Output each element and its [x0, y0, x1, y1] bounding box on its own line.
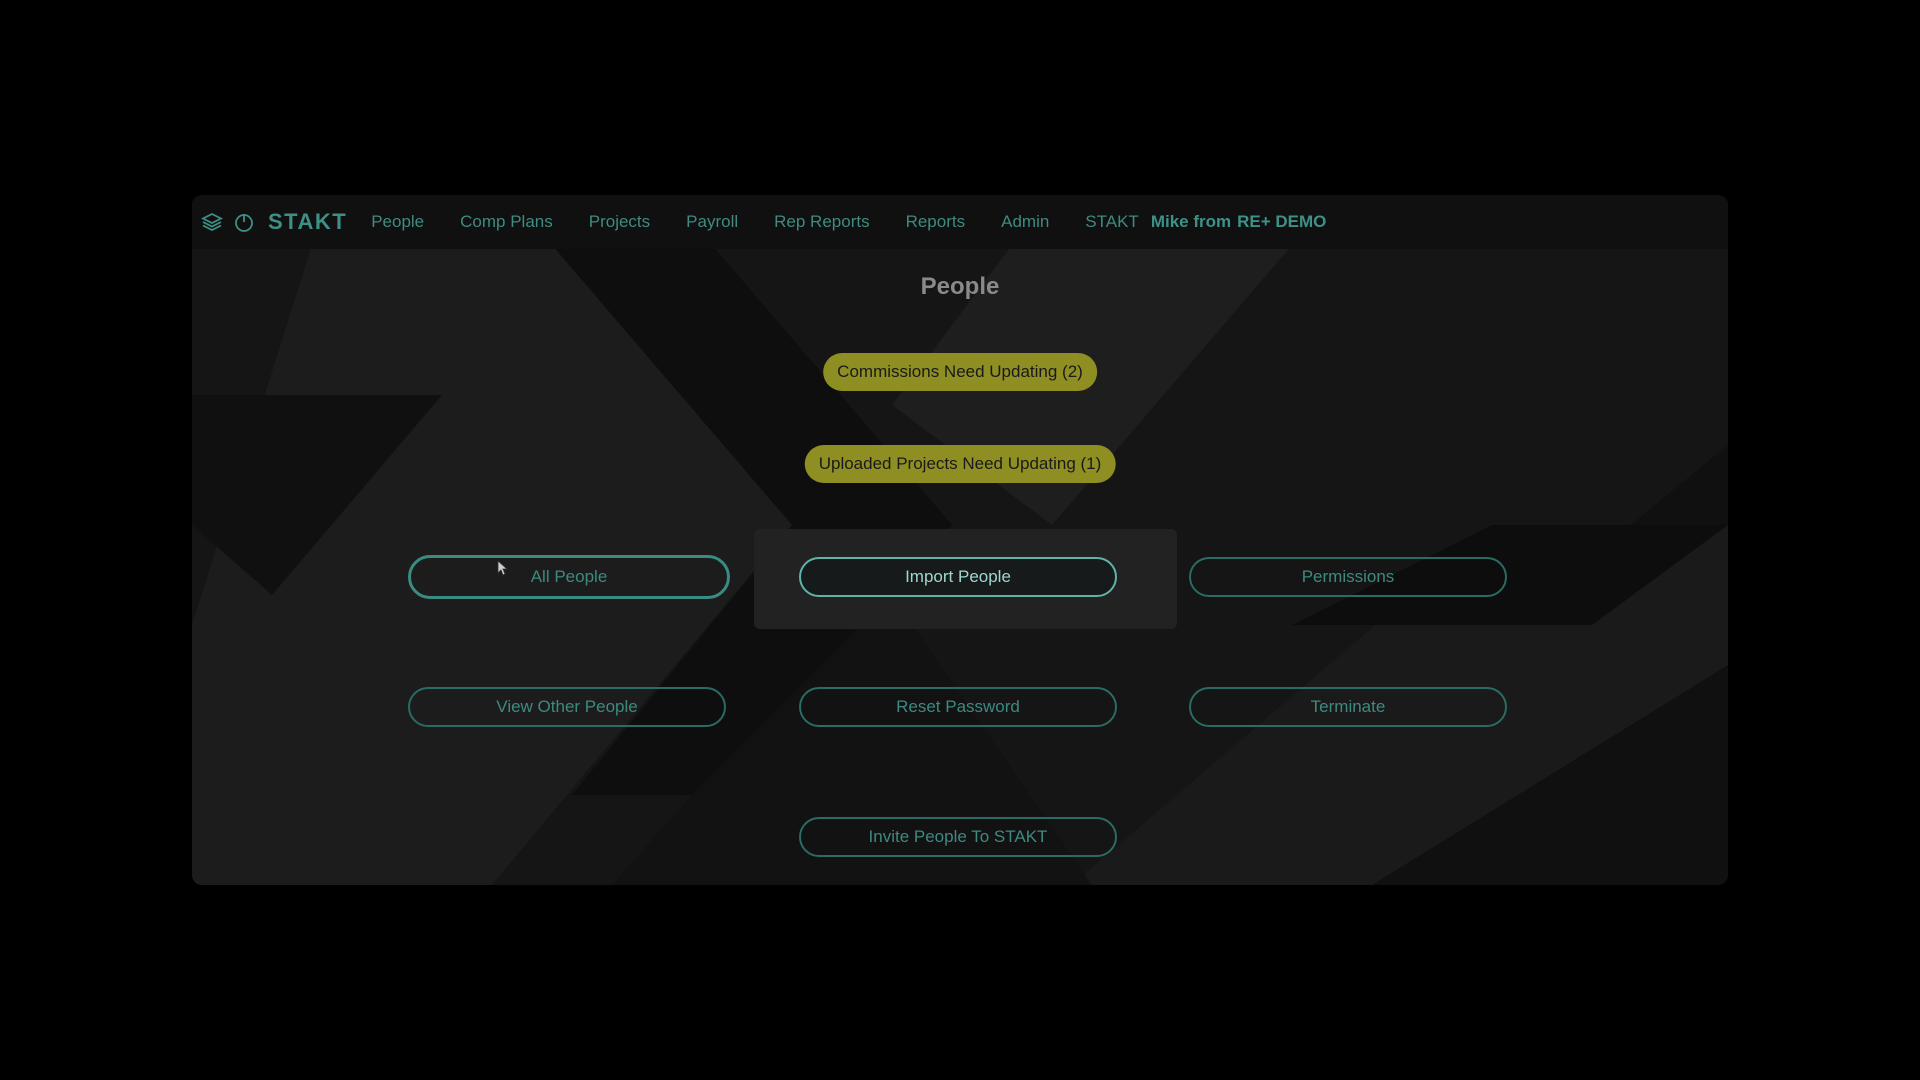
nav-admin[interactable]: Admin [1001, 212, 1049, 232]
user-org: RE+ DEMO [1237, 212, 1327, 231]
app-window: STAKT People Comp Plans Projects Payroll… [192, 195, 1728, 885]
main-nav: People Comp Plans Projects Payroll Rep R… [371, 212, 1151, 232]
nav-stakt[interactable]: STAKT [1085, 212, 1139, 232]
uploaded-projects-alert-button[interactable]: Uploaded Projects Need Updating (1) [804, 445, 1116, 483]
view-other-people-button[interactable]: View Other People [408, 687, 726, 727]
user-label[interactable]: Mike from RE+ DEMO [1151, 212, 1333, 232]
invite-people-button[interactable]: Invite People To STAKT [799, 817, 1117, 857]
main-content: People Commissions Need Updating (2) Upl… [192, 249, 1728, 885]
page-title: People [920, 273, 1000, 300]
power-icon[interactable] [232, 210, 256, 234]
reset-password-button[interactable]: Reset Password [799, 687, 1117, 727]
nav-payroll[interactable]: Payroll [686, 212, 738, 232]
user-name: Mike from [1150, 212, 1232, 231]
nav-rep-reports[interactable]: Rep Reports [774, 212, 869, 232]
terminate-button[interactable]: Terminate [1189, 687, 1507, 727]
nav-reports[interactable]: Reports [906, 212, 966, 232]
nav-projects[interactable]: Projects [589, 212, 650, 232]
top-navbar: STAKT People Comp Plans Projects Payroll… [192, 195, 1728, 249]
import-people-button[interactable]: Import People [799, 557, 1117, 597]
nav-people[interactable]: People [371, 212, 424, 232]
brand-logo[interactable]: STAKT [268, 209, 347, 235]
commissions-alert-button[interactable]: Commissions Need Updating (2) [823, 353, 1097, 391]
all-people-button[interactable]: All People [408, 555, 730, 599]
mouse-cursor-icon [497, 560, 509, 576]
layers-icon[interactable] [200, 210, 224, 234]
permissions-button[interactable]: Permissions [1189, 557, 1507, 597]
nav-comp-plans[interactable]: Comp Plans [460, 212, 553, 232]
logo-group: STAKT [200, 209, 347, 235]
